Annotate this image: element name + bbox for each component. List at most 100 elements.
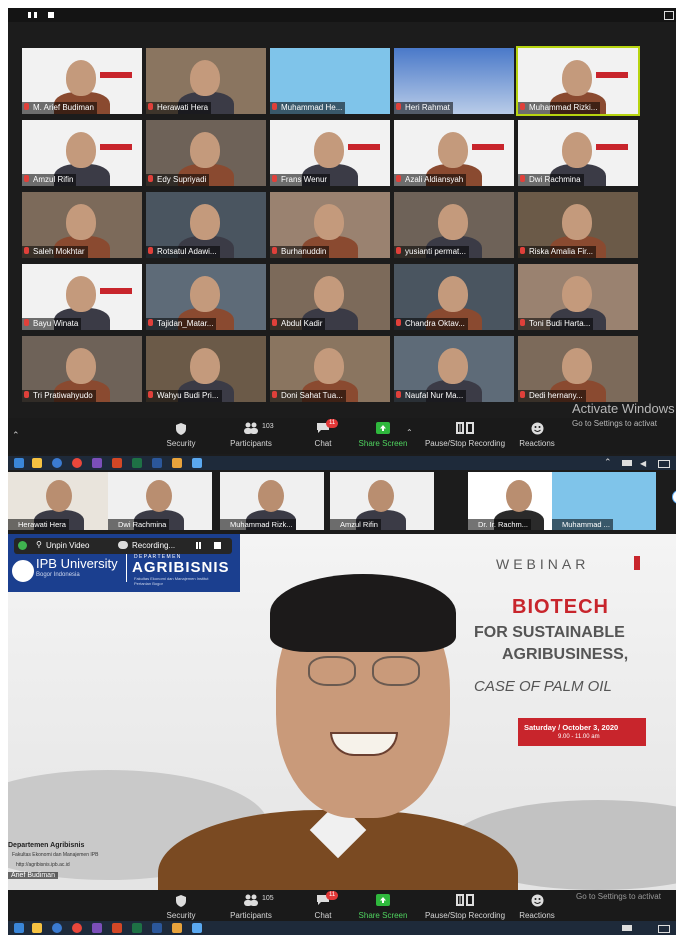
webinar-accent [634, 556, 640, 570]
chevron-up-icon[interactable]: ⌃ [406, 428, 413, 437]
powerpoint-icon[interactable] [112, 458, 122, 468]
chrome-icon[interactable] [72, 458, 82, 468]
participant-tile[interactable]: Tri Pratiwahyudo [22, 336, 142, 402]
participant-tile[interactable]: Azali Aldiansyah [394, 120, 514, 186]
strip-participant-tile[interactable]: Muhammad Rizk... [220, 472, 324, 530]
muted-mic-icon [396, 391, 401, 398]
participant-name: Tri Pratiwahyudo [22, 390, 96, 402]
strip-participant-tile[interactable]: Herawati Hera [8, 472, 112, 530]
chrome-icon[interactable] [72, 923, 82, 933]
muted-mic-icon [148, 319, 153, 326]
participants-button[interactable]: 103 Participants [216, 420, 286, 448]
participant-face [562, 60, 592, 96]
muted-mic-icon [520, 247, 525, 254]
participant-face [314, 204, 344, 240]
muted-mic-icon [396, 175, 401, 182]
activate-windows-sub: Go to Settings to activat [576, 892, 661, 901]
pause-stop-recording-button[interactable]: Pause/Stop Recording [420, 420, 510, 448]
notification-icon[interactable] [658, 925, 670, 933]
participant-tile[interactable]: yusianti permat... [394, 192, 514, 258]
edge-icon[interactable] [52, 923, 62, 933]
security-button[interactable]: Security [146, 892, 216, 920]
stop-icon[interactable] [48, 12, 54, 18]
participant-tile[interactable]: Frans Wenur [270, 120, 390, 186]
zoom-icon[interactable] [192, 458, 202, 468]
participant-tile[interactable]: Amzul Rifin [22, 120, 142, 186]
edge-icon[interactable] [52, 458, 62, 468]
participant-tile[interactable]: Doni Sahat Tua... [270, 336, 390, 402]
participant-tile[interactable]: Heri Rahmat [394, 48, 514, 114]
participant-tile[interactable]: Wahyu Budi Pri... [146, 336, 266, 402]
app-icon[interactable] [92, 923, 102, 933]
participant-count: 103 [262, 423, 274, 430]
participant-name: yusianti permat... [394, 246, 469, 258]
participant-tile[interactable]: Rotsatul Adawi... [146, 192, 266, 258]
participant-tile[interactable]: Muhammad He... [270, 48, 390, 114]
participant-face [562, 204, 592, 240]
participant-tile[interactable]: Dedi hernany... [518, 336, 638, 402]
reactions-button[interactable]: Reactions [502, 420, 572, 448]
strip-participant-tile[interactable]: Muhammad ... [552, 472, 656, 530]
strip-participant-tile[interactable]: Amzul Rifin [330, 472, 434, 530]
muted-mic-icon [24, 319, 29, 326]
powerpoint-icon[interactable] [112, 923, 122, 933]
reactions-button[interactable]: Reactions [502, 892, 572, 920]
fullscreen-icon[interactable] [664, 11, 674, 20]
pin-icon: ⚲ [36, 540, 42, 549]
search-icon[interactable] [14, 923, 24, 933]
participants-button[interactable]: 105 Participants [216, 892, 286, 920]
stop-icon[interactable] [214, 542, 221, 549]
participant-tile[interactable]: Edy Supriyadi [146, 120, 266, 186]
participant-tile[interactable]: Chandra Oktav... [394, 264, 514, 330]
participant-tile[interactable]: Riska Amalia Fir... [518, 192, 638, 258]
recording-status: Recording... [132, 541, 176, 550]
participant-name: Tajidan_Matar... [146, 318, 217, 330]
excel-icon[interactable] [132, 458, 142, 468]
zoom-window-speaker: Herawati Hera Dwi Rachmina Muhammad Rizk..… [8, 470, 676, 926]
share-screen-icon [374, 894, 392, 908]
participant-tile[interactable]: Naufal Nur Ma... [394, 336, 514, 402]
participant-tile[interactable]: Saleh Mokhtar [22, 192, 142, 258]
participant-tile[interactable]: Abdul Kadir [270, 264, 390, 330]
pause-stop-recording-button[interactable]: Pause/Stop Recording [420, 892, 510, 920]
excel-icon[interactable] [132, 923, 142, 933]
participant-tile[interactable]: Toni Budi Harta... [518, 264, 638, 330]
strip-participant-tile[interactable]: Dwi Rachmina [108, 472, 212, 530]
participant-tile[interactable]: M. Arief Budiman [22, 48, 142, 114]
file-explorer-icon[interactable] [32, 923, 42, 933]
title-line4: CASE OF PALM OIL [474, 678, 612, 695]
word-icon[interactable] [152, 923, 162, 933]
chevron-up-icon[interactable]: ⌃ [12, 430, 20, 441]
battery-icon[interactable] [622, 925, 632, 931]
participant-tile[interactable]: Muhammad Rizki... [516, 46, 640, 116]
app-icon[interactable] [172, 923, 182, 933]
app-icon[interactable] [172, 458, 182, 468]
strip-participant-name: Herawati Hera [8, 519, 69, 530]
slide-date-bar [472, 144, 504, 150]
unpin-video-button[interactable]: Unpin Video [46, 541, 89, 550]
word-icon[interactable] [152, 458, 162, 468]
participant-name: Saleh Mokhtar [22, 246, 88, 258]
participant-tile[interactable]: Burhanuddin [270, 192, 390, 258]
participant-face [46, 480, 72, 512]
tray-chevron-icon[interactable]: ⌃ [604, 457, 612, 468]
volume-icon[interactable]: ◀ [640, 459, 646, 468]
pause-icon[interactable] [196, 542, 198, 549]
participant-face [562, 348, 592, 384]
battery-icon[interactable] [622, 460, 632, 466]
app-icon[interactable] [92, 458, 102, 468]
notification-icon[interactable] [658, 460, 670, 468]
file-explorer-icon[interactable] [32, 458, 42, 468]
zoom-icon[interactable] [192, 923, 202, 933]
participant-tile[interactable]: Tajidan_Matar... [146, 264, 266, 330]
share-screen-button[interactable]: Share Screen [348, 892, 418, 920]
participant-tile[interactable]: Herawati Hera [146, 48, 266, 114]
security-button[interactable]: Security [146, 420, 216, 448]
participant-face [190, 132, 220, 168]
participant-face [190, 348, 220, 384]
search-icon[interactable] [14, 458, 24, 468]
pause-icon[interactable] [28, 12, 31, 18]
muted-mic-icon [272, 175, 277, 182]
participant-tile[interactable]: Dwi Rachmina [518, 120, 638, 186]
participant-tile[interactable]: Bayu Winata [22, 264, 142, 330]
